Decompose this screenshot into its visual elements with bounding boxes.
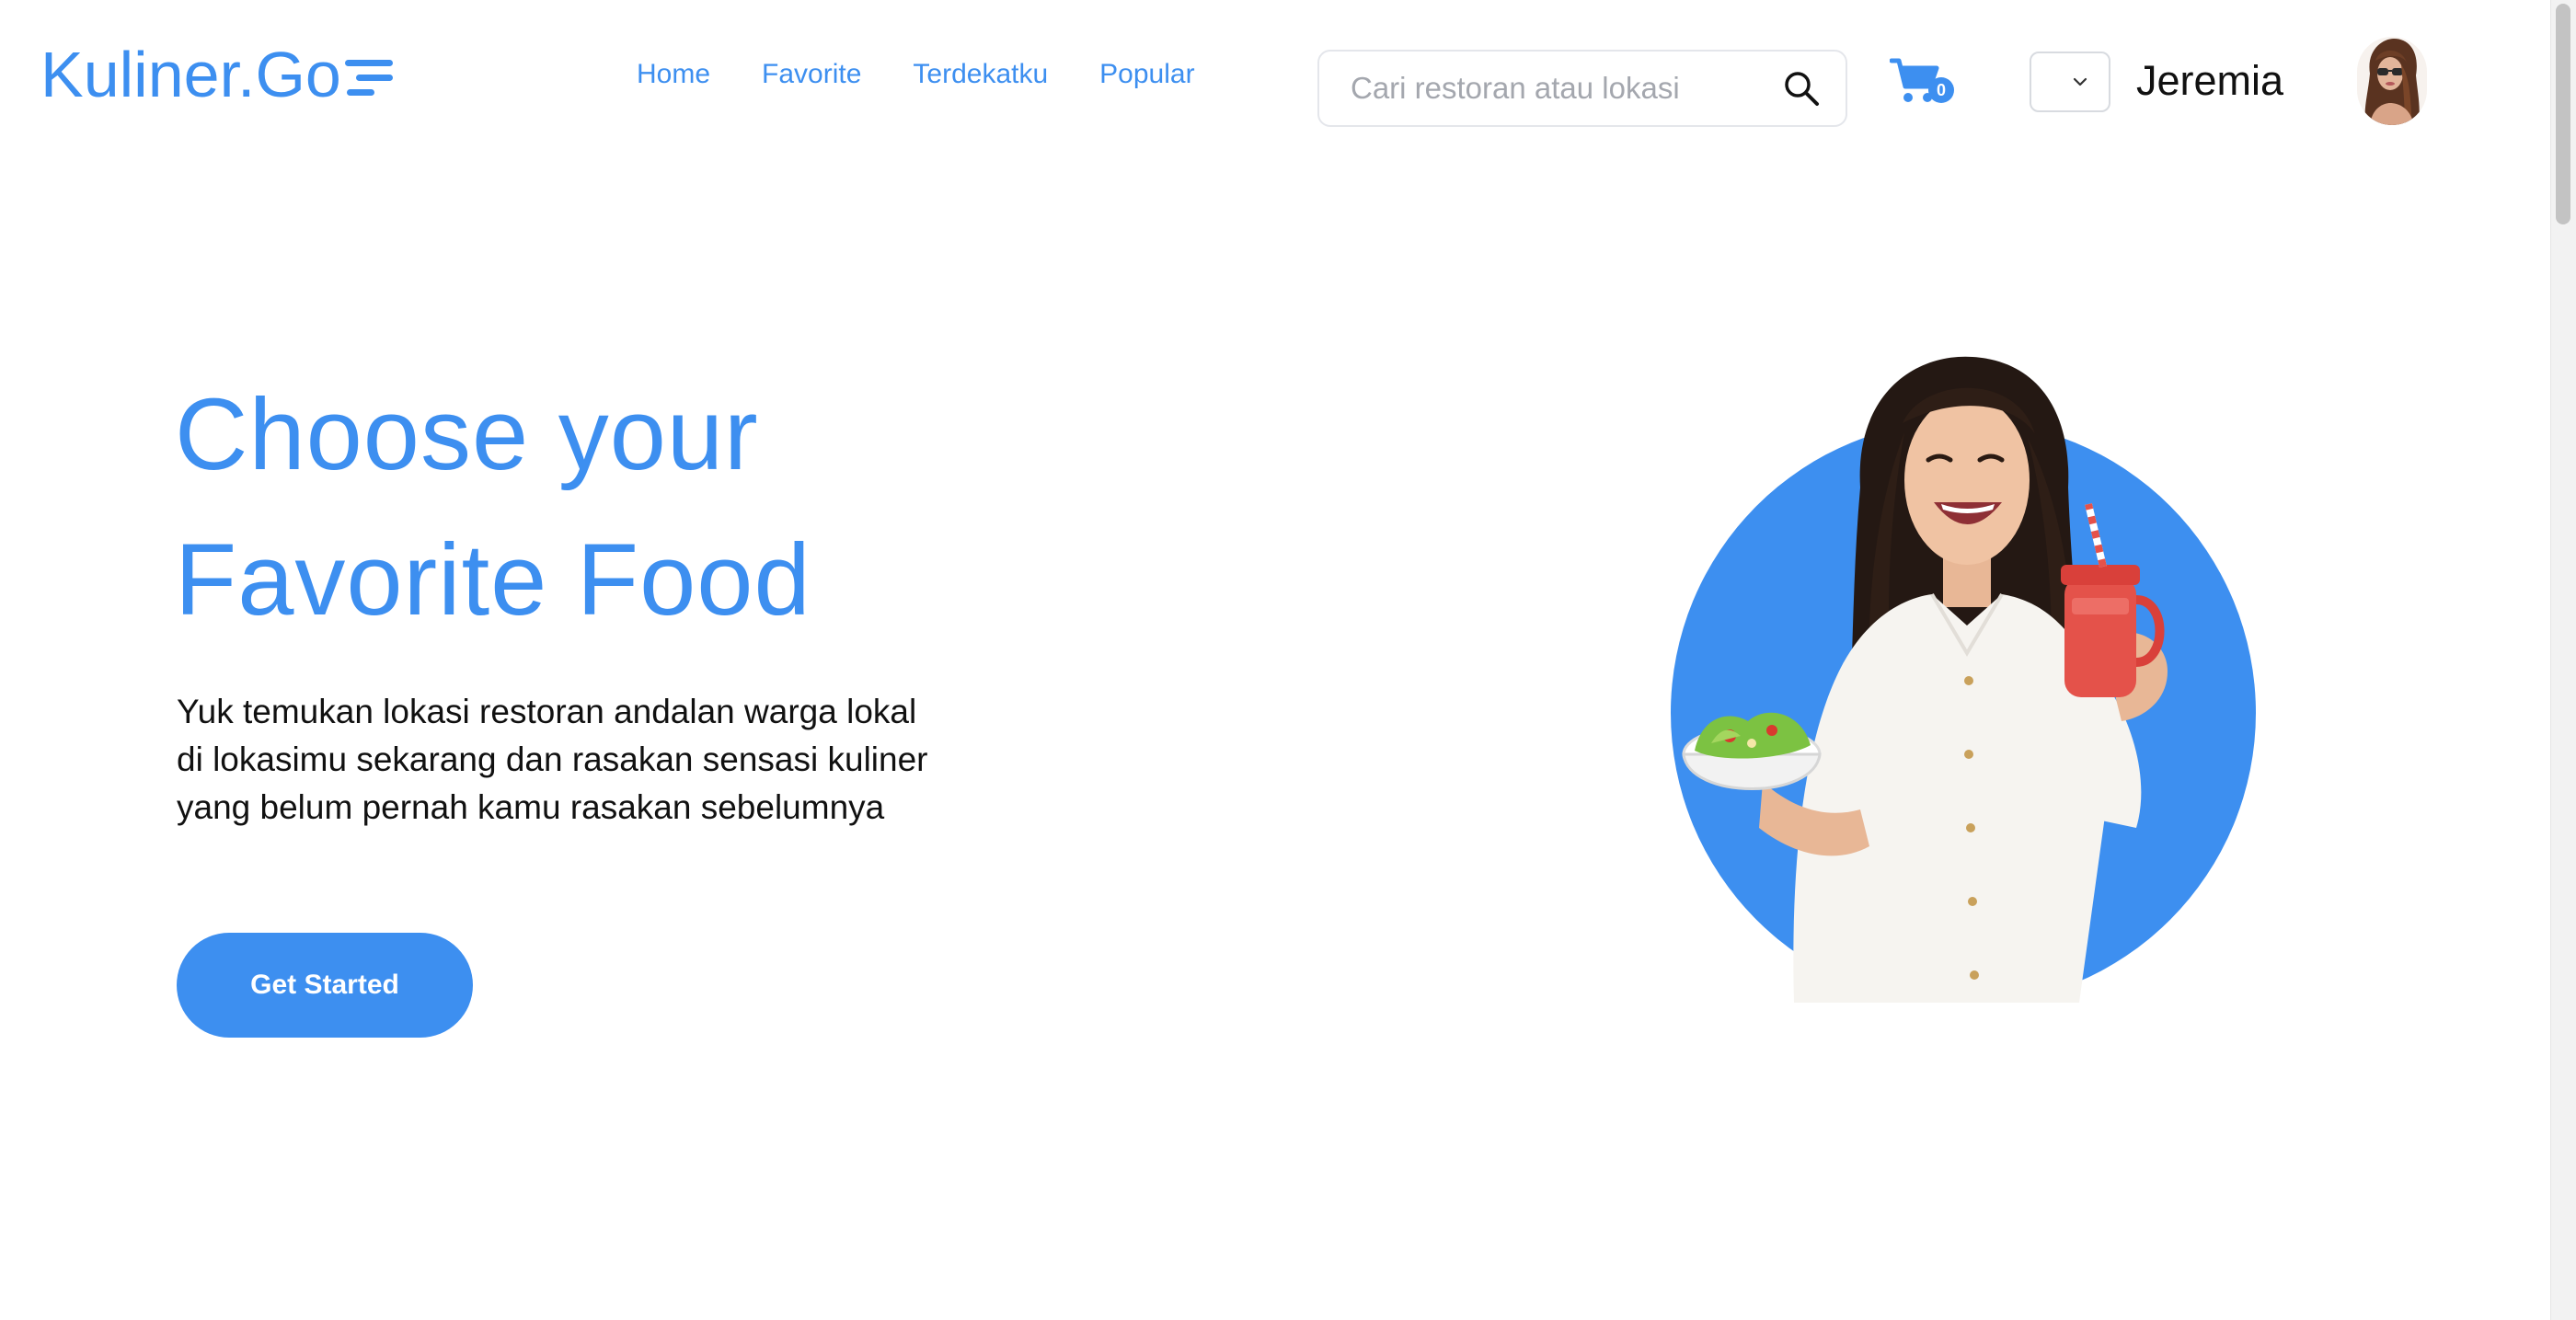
search-input[interactable] <box>1349 70 1783 107</box>
landing-page: Kuliner.Go Home Favorite Terdekatku Popu… <box>0 0 2576 1320</box>
avatar[interactable] <box>2357 37 2427 125</box>
user-avatar-image <box>2357 37 2427 125</box>
main-nav: Home Favorite Terdekatku Popular <box>637 59 1195 90</box>
cart-count-badge: 0 <box>1928 77 1954 103</box>
get-started-button[interactable]: Get Started <box>177 933 473 1038</box>
page-scrollbar[interactable] <box>2550 0 2576 1320</box>
cart-button[interactable]: 0 <box>1889 57 1954 112</box>
search-icon[interactable] <box>1783 70 1820 107</box>
nav-link-home[interactable]: Home <box>637 59 710 90</box>
user-name: Jeremia <box>2136 57 2284 104</box>
hero-description-line-3: yang belum pernah kamu rasakan sebelumny… <box>177 788 885 826</box>
hero-title-line-1: Choose your <box>175 378 759 491</box>
hero-title-line-2: Favorite Food <box>175 523 811 637</box>
search-box <box>1317 50 1847 127</box>
hero-title: Choose your Favorite Food <box>175 362 811 653</box>
hero-image <box>1671 356 2256 1003</box>
chevron-down-icon <box>2073 77 2087 86</box>
scrollbar-thumb[interactable] <box>2556 4 2570 224</box>
brand-logo-text: Kuliner.Go <box>40 39 341 110</box>
hero-description-line-2: di lokasimu sekarang dan rasakan sensasi… <box>177 740 928 778</box>
user-menu-dropdown[interactable] <box>2030 52 2110 112</box>
nav-link-favorite[interactable]: Favorite <box>762 59 861 90</box>
hero-description: Yuk temukan lokasi restoran andalan warg… <box>177 688 1005 832</box>
hero-description-line-1: Yuk temukan lokasi restoran andalan warg… <box>177 693 917 730</box>
nav-link-terdekatku[interactable]: Terdekatku <box>913 59 1048 90</box>
nav-link-popular[interactable]: Popular <box>1099 59 1194 90</box>
brand-logo[interactable]: Kuliner.Go <box>40 33 393 116</box>
brand-logo-lines-icon <box>344 59 393 96</box>
